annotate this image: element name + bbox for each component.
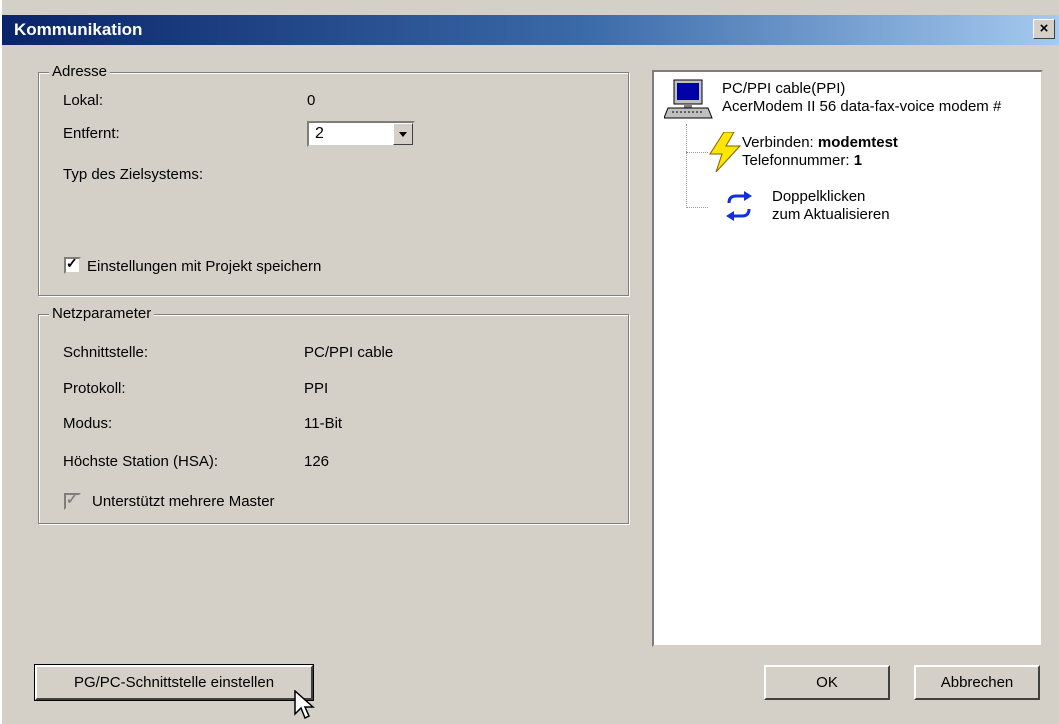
hsa-value: 126 [304,453,330,470]
netzparameter-legend: Netzparameter [49,305,155,322]
multi-master-checkbox: ✓ [64,491,81,510]
title-bar[interactable]: Kommunikation × [2,15,1059,45]
connection-name: modemtest [817,134,898,151]
tree-connector [686,152,708,153]
checkmark-icon: ✓ [66,255,78,271]
save-settings-checkbox[interactable]: ✓ [64,255,81,274]
multi-master-label: Unterstützt mehrere Master [92,493,275,510]
close-icon: × [1039,20,1049,37]
tree-root-line2: AcerModem II 56 data-fax-voice modem # [722,98,1002,115]
adresse-legend: Adresse [49,63,111,80]
lokal-value: 0 [307,92,316,109]
lokal-label: Lokal: [63,92,104,109]
save-settings-label[interactable]: Einstellungen mit Projekt speichern [87,258,321,275]
kommunikation-dialog: Kommunikation × Adresse Lokal: 0 Entfern… [0,0,1059,724]
cancel-button[interactable]: Abbrechen [914,665,1040,700]
tree-connector [686,124,687,208]
entfernt-select-value: 2 [315,125,324,142]
refresh-line2[interactable]: zum Aktualisieren [772,206,890,223]
window-title: Kommunikation [14,20,143,39]
refresh-icon[interactable] [722,189,756,223]
schnittstelle-value: PC/PPI cable [304,344,394,361]
chevron-down-icon[interactable] [393,123,413,145]
close-button[interactable]: × [1033,19,1055,39]
network-tree-panel[interactable]: PC/PPI cable(PPI) AcerModem II 56 data-f… [652,70,1043,647]
modus-label: Modus: [63,415,113,432]
checkmark-icon: ✓ [66,491,78,507]
pgpc-interface-button[interactable]: PG/PC-Schnittstelle einstellen [34,664,314,701]
phone-line: Telefonnummer: 1 [742,152,862,169]
hsa-label: Höchste Station (HSA): [63,453,219,470]
tree-connector [686,207,708,208]
cursor-icon [294,690,315,720]
connect-line: Verbinden: modemtest [742,134,898,151]
modus-value: 11-Bit [304,415,343,432]
entfernt-label: Entfernt: [63,125,120,142]
connect-prefix: Verbinden: [742,134,818,151]
typ-zielsystem-label: Typ des Zielsystems: [63,166,204,183]
protokoll-value: PPI [304,380,329,397]
lightning-icon [709,132,742,172]
schnittstelle-label: Schnittstelle: [63,344,149,361]
ok-button[interactable]: OK [764,665,890,700]
tree-root-line1: PC/PPI cable(PPI) [722,80,846,97]
entfernt-select[interactable]: 2 [307,121,415,147]
phone-prefix: Telefonnummer: [742,152,854,169]
refresh-line1[interactable]: Doppelklicken [772,188,865,205]
protokoll-label: Protokoll: [63,380,126,397]
phone-number: 1 [853,152,863,169]
computer-icon [664,79,713,119]
